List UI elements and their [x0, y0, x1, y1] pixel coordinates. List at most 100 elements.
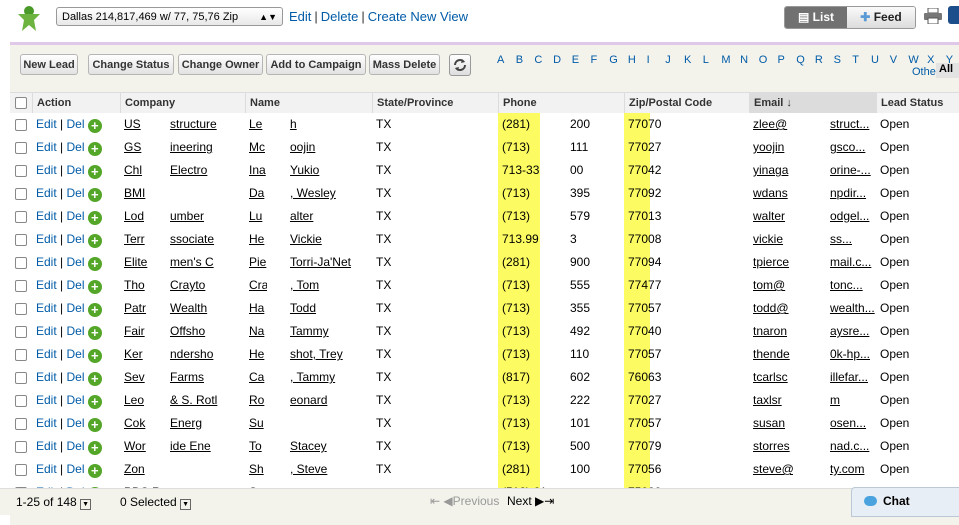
company-cell-part[interactable]: Farms: [170, 366, 245, 389]
email-cell[interactable]: yinaga: [753, 159, 793, 182]
del-link[interactable]: Del: [66, 462, 84, 476]
name-cell-part[interactable]: , Tammy: [290, 366, 372, 389]
row-checkbox[interactable]: [15, 211, 27, 223]
email-cell-part[interactable]: aysre...: [830, 320, 876, 343]
view-select[interactable]: Dallas 214,817,469 w/ 77, 75,76 Zip ▲▼: [56, 7, 283, 26]
row-checkbox[interactable]: [15, 372, 27, 384]
alpha-letter-j[interactable]: J: [665, 54, 671, 66]
email-cell[interactable]: taxlsr: [753, 389, 793, 412]
name-cell-part[interactable]: Stacey: [290, 435, 372, 458]
alpha-letter-a[interactable]: A: [497, 54, 504, 66]
col-email[interactable]: Email ↓: [749, 93, 876, 113]
company-cell[interactable]: Elite: [124, 251, 164, 274]
company-cell[interactable]: Chl: [124, 159, 164, 182]
alpha-letter-k[interactable]: K: [684, 54, 691, 66]
alpha-letter-d[interactable]: D: [553, 54, 561, 66]
company-cell-part[interactable]: Wealth: [170, 297, 245, 320]
edit-link[interactable]: Edit: [36, 439, 57, 453]
alpha-letter-v[interactable]: V: [890, 54, 897, 66]
alpha-letter-x[interactable]: X: [927, 54, 934, 66]
mass-delete-button[interactable]: Mass Delete: [369, 54, 440, 75]
alpha-letter-e[interactable]: E: [572, 54, 579, 66]
row-checkbox[interactable]: [15, 165, 27, 177]
change-status-button[interactable]: Change Status: [88, 54, 174, 75]
add-icon[interactable]: +: [87, 257, 102, 271]
edit-link[interactable]: Edit: [36, 117, 57, 131]
row-checkbox[interactable]: [15, 326, 27, 338]
email-cell[interactable]: wdans: [753, 182, 793, 205]
email-cell-part[interactable]: nad.c...: [830, 435, 876, 458]
name-cell[interactable]: Pie: [249, 251, 267, 274]
add-icon[interactable]: +: [87, 303, 102, 317]
delete-view-link[interactable]: Delete: [321, 9, 359, 24]
company-cell[interactable]: Zon: [124, 458, 164, 481]
del-link[interactable]: Del: [66, 186, 84, 200]
email-cell[interactable]: susan: [753, 412, 793, 435]
company-cell-part[interactable]: Electro: [170, 159, 245, 182]
alpha-letter-m[interactable]: M: [721, 54, 730, 66]
email-cell-part[interactable]: gsco...: [830, 136, 876, 159]
company-cell[interactable]: Lod: [124, 205, 164, 228]
company-cell[interactable]: US: [124, 113, 164, 136]
row-checkbox[interactable]: [15, 280, 27, 292]
company-cell[interactable]: Terr: [124, 228, 164, 251]
del-link[interactable]: Del: [66, 163, 84, 177]
edit-link[interactable]: Edit: [36, 393, 57, 407]
alpha-letter-i[interactable]: I: [647, 54, 650, 66]
email-cell-part[interactable]: tonc...: [830, 274, 876, 297]
feed-view-button[interactable]: ✚ Feed: [847, 7, 915, 28]
company-cell-part[interactable]: ide Ene: [170, 435, 245, 458]
alpha-letter-b[interactable]: B: [516, 54, 523, 66]
company-cell[interactable]: Leo: [124, 389, 164, 412]
edit-link[interactable]: Edit: [36, 416, 57, 430]
name-cell-part[interactable]: , Tom: [290, 274, 372, 297]
company-cell-part[interactable]: structure: [170, 113, 245, 136]
email-cell-part[interactable]: wealth...: [830, 297, 876, 320]
name-cell-part[interactable]: [290, 412, 372, 435]
del-link[interactable]: Del: [66, 232, 84, 246]
name-cell[interactable]: Su: [249, 412, 267, 435]
row-checkbox[interactable]: [15, 418, 27, 430]
name-cell-part[interactable]: , Steve: [290, 458, 372, 481]
add-icon[interactable]: +: [87, 372, 102, 386]
company-cell-part[interactable]: ssociate: [170, 228, 245, 251]
row-checkbox[interactable]: [15, 257, 27, 269]
del-link[interactable]: Del: [66, 140, 84, 154]
name-cell-part[interactable]: shot, Trey: [290, 343, 372, 366]
name-cell-part[interactable]: Yukio: [290, 159, 372, 182]
email-cell[interactable]: steve@: [753, 458, 793, 481]
add-icon[interactable]: +: [87, 165, 102, 179]
name-cell[interactable]: Ro: [249, 389, 267, 412]
name-cell[interactable]: Cra: [249, 274, 267, 297]
name-cell[interactable]: Le: [249, 113, 267, 136]
name-cell-part[interactable]: Vickie: [290, 228, 372, 251]
del-link[interactable]: Del: [66, 370, 84, 384]
alpha-letter-f[interactable]: F: [591, 54, 598, 66]
name-cell-part[interactable]: h: [290, 113, 372, 136]
name-cell[interactable]: Lu: [249, 205, 267, 228]
add-icon[interactable]: +: [87, 349, 102, 363]
del-link[interactable]: Del: [66, 255, 84, 269]
alpha-letter-s[interactable]: S: [834, 54, 841, 66]
alpha-letter-u[interactable]: U: [871, 54, 879, 66]
name-cell-part[interactable]: , Wesley: [290, 182, 372, 205]
company-cell-part[interactable]: [170, 458, 245, 481]
company-cell[interactable]: GS: [124, 136, 164, 159]
name-cell[interactable]: Ha: [249, 297, 267, 320]
del-link[interactable]: Del: [66, 209, 84, 223]
add-icon[interactable]: +: [87, 464, 102, 478]
edit-link[interactable]: Edit: [36, 186, 57, 200]
company-cell[interactable]: Patr: [124, 297, 164, 320]
del-link[interactable]: Del: [66, 439, 84, 453]
name-cell[interactable]: He: [249, 343, 267, 366]
email-cell[interactable]: walter: [753, 205, 793, 228]
name-cell-part[interactable]: Tammy: [290, 320, 372, 343]
name-cell-part[interactable]: oojin: [290, 136, 372, 159]
email-cell-part[interactable]: ss...: [830, 228, 876, 251]
printer-icon[interactable]: [924, 8, 942, 24]
alpha-letter-l[interactable]: L: [703, 54, 709, 66]
company-cell[interactable]: Wor: [124, 435, 164, 458]
name-cell[interactable]: To: [249, 435, 267, 458]
edit-link[interactable]: Edit: [36, 209, 57, 223]
add-icon[interactable]: +: [87, 142, 102, 156]
